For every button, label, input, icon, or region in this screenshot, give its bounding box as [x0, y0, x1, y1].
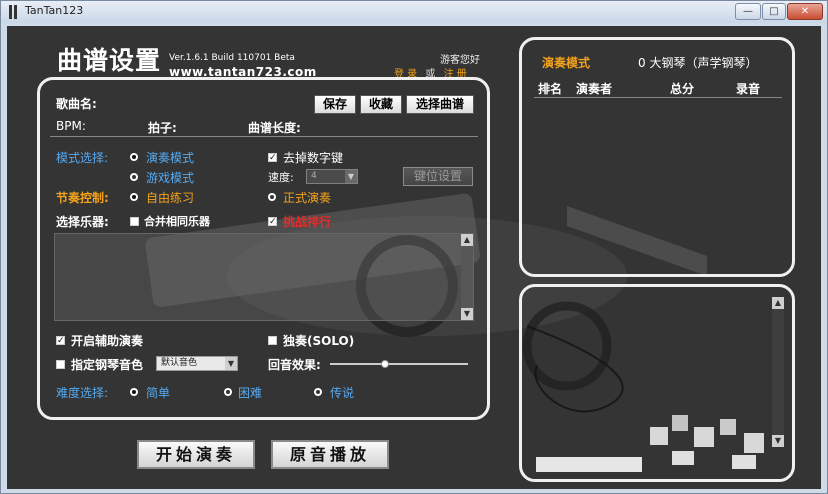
col-player: 演奏者: [576, 82, 613, 96]
main-area: 曲谱设置 Ver.1.6.1 Build 110701 Beta www.tan…: [7, 26, 821, 489]
maximize-button[interactable]: □: [762, 3, 786, 20]
scrollbar[interactable]: ▲ ▼: [461, 234, 473, 320]
easy-label[interactable]: 简单: [146, 384, 170, 401]
ranking-mode-value: 0 大钢琴（声学钢琴）: [638, 56, 758, 70]
formal-perform-label[interactable]: 正式演奏: [283, 189, 331, 206]
pixel-block: [672, 451, 694, 465]
instrument-label: 选择乐器:: [56, 215, 109, 229]
message-input[interactable]: [536, 457, 642, 472]
pixel-block: [720, 419, 736, 435]
col-rank: 排名: [538, 82, 563, 96]
legend-radio[interactable]: [314, 388, 322, 396]
game-mode-label[interactable]: 游戏模式: [146, 169, 194, 186]
scroll-up-icon[interactable]: ▲: [772, 297, 784, 309]
piano-color-dropdown[interactable]: 默认音色 ▼: [156, 356, 238, 371]
remove-numbers-checkbox[interactable]: ✓: [268, 153, 277, 163]
formal-perform-radio[interactable]: [268, 193, 276, 201]
scroll-up-icon[interactable]: ▲: [461, 234, 473, 246]
version-text: Ver.1.6.1 Build 110701 Beta: [169, 53, 295, 63]
key-settings-button[interactable]: 键位设置: [403, 167, 473, 186]
greeting-text: 游客您好: [440, 55, 480, 66]
piano-color-value: 默认音色: [161, 358, 198, 368]
app-window: TanTan123 — □ ✕ 曲谱设置 Ver.1.6.1 Build 110…: [0, 0, 828, 494]
original-playback-button[interactable]: 原音播放: [271, 440, 389, 469]
title-bar[interactable]: TanTan123 — □ ✕: [1, 1, 827, 23]
echo-slider-thumb[interactable]: [381, 360, 390, 368]
pixel-block: [650, 427, 668, 445]
ranking-panel: 演奏模式 0 大钢琴（声学钢琴） 排名 演奏者 总分 录音: [519, 37, 795, 277]
ranking-divider: [534, 97, 782, 98]
legend-label[interactable]: 传说: [330, 384, 354, 401]
message-scrollbar[interactable]: ▲ ▼: [772, 297, 784, 447]
pixel-block: [694, 427, 714, 447]
rhythm-label: 节奏控制:: [56, 191, 109, 205]
beat-label: 拍子:: [148, 121, 177, 135]
window-title: TanTan123: [25, 4, 84, 17]
piano-color-checkbox[interactable]: [56, 360, 65, 369]
pixel-block: [744, 433, 764, 453]
perform-mode-radio[interactable]: [130, 153, 138, 161]
free-practice-radio[interactable]: [130, 193, 138, 201]
speed-value: 4: [311, 171, 317, 181]
speed-dropdown[interactable]: 4 ▼: [306, 169, 358, 184]
choose-score-button[interactable]: 选择曲谱: [406, 95, 474, 114]
hard-label[interactable]: 困难: [238, 384, 262, 401]
length-label: 曲谱长度:: [248, 121, 301, 135]
challenge-chart-checkbox[interactable]: ✓: [268, 217, 277, 227]
col-score: 总分: [670, 82, 695, 96]
scroll-down-icon[interactable]: ▼: [772, 435, 784, 447]
piano-color-label[interactable]: 指定钢琴音色: [71, 356, 143, 373]
echo-slider[interactable]: [330, 363, 468, 365]
free-practice-label[interactable]: 自由练习: [146, 189, 194, 206]
message-panel: ▲ ▼: [519, 284, 795, 482]
solo-checkbox[interactable]: [268, 336, 277, 345]
echo-label: 回音效果:: [268, 358, 321, 372]
bpm-label: BPM:: [56, 119, 86, 133]
start-perform-button[interactable]: 开始演奏: [137, 440, 255, 469]
settings-panel: 歌曲名: 保存 收藏 选择曲谱 BPM: 拍子: 曲谱长度: 模式选择: 演奏模…: [37, 77, 490, 420]
merge-instruments-checkbox[interactable]: [130, 217, 139, 226]
page-title: 曲谱设置: [57, 46, 162, 75]
chevron-down-icon: ▼: [345, 170, 357, 183]
pixel-block: [732, 455, 756, 469]
close-button[interactable]: ✕: [787, 3, 823, 20]
perform-mode-label[interactable]: 演奏模式: [146, 149, 194, 166]
assist-checkbox[interactable]: ✓: [56, 336, 65, 346]
scroll-down-icon[interactable]: ▼: [461, 308, 473, 320]
ranking-mode-label: 演奏模式: [542, 56, 591, 70]
col-recording: 录音: [736, 82, 761, 96]
minimize-button[interactable]: —: [735, 3, 761, 20]
mode-label: 模式选择:: [56, 151, 109, 165]
app-icon: [7, 5, 19, 19]
divider: [50, 136, 478, 137]
speed-label: 速度:: [268, 171, 294, 184]
favorite-button[interactable]: 收藏: [360, 95, 402, 114]
remove-numbers-label[interactable]: 去掉数字键: [283, 149, 343, 166]
chevron-down-icon: ▼: [225, 357, 237, 370]
instrument-list[interactable]: ▲ ▼: [54, 233, 474, 321]
game-mode-radio[interactable]: [130, 173, 138, 181]
challenge-chart-label[interactable]: 挑战排行: [283, 213, 331, 230]
merge-instruments-label[interactable]: 合并相同乐器: [144, 213, 210, 229]
easy-radio[interactable]: [130, 388, 138, 396]
song-name-label: 歌曲名:: [56, 97, 97, 111]
save-button[interactable]: 保存: [314, 95, 356, 114]
pixel-block: [672, 415, 688, 431]
difficulty-label: 难度选择:: [56, 386, 109, 400]
hard-radio[interactable]: [224, 388, 232, 396]
solo-label[interactable]: 独奏(SOLO): [283, 332, 354, 349]
assist-label[interactable]: 开启辅助演奏: [71, 332, 143, 349]
message-list[interactable]: ▲ ▼: [532, 297, 784, 447]
